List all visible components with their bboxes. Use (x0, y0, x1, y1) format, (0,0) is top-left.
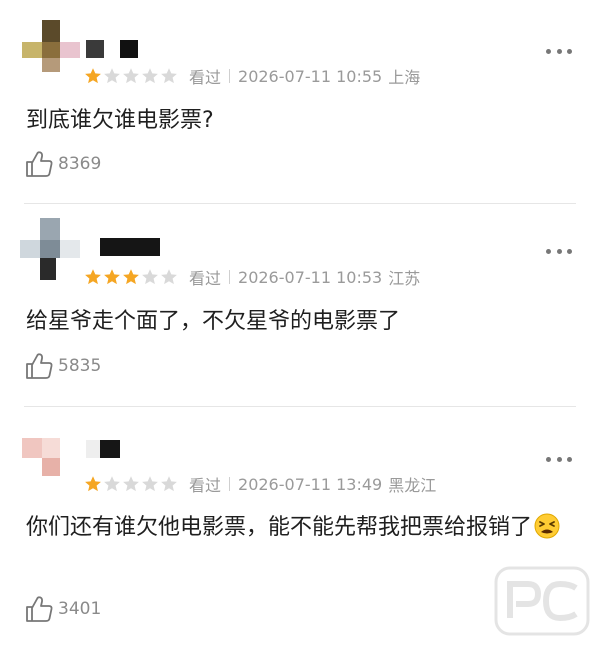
avatar[interactable] (20, 20, 82, 82)
star-icon (122, 268, 140, 286)
avatar[interactable] (20, 218, 82, 280)
star-icon (84, 475, 102, 493)
watermark-logo (494, 566, 590, 636)
more-options-button[interactable] (546, 247, 572, 255)
star-icon (84, 67, 102, 85)
meta-divider (229, 477, 231, 491)
like-count: 8369 (58, 154, 102, 174)
comment-datetime: 2026-07-11 13:49 (238, 474, 383, 494)
more-options-button[interactable] (546, 47, 572, 55)
comment-datetime: 2026-07-11 10:55 (238, 66, 383, 86)
comment-meta: 看过 2026-07-11 10:55 上海 (84, 66, 421, 87)
watched-label: 看过 (189, 476, 222, 495)
star-icon (141, 268, 159, 286)
comment-text-content: 到底谁欠谁电影票? (26, 108, 214, 133)
comment-location: 黑龙江 (388, 476, 437, 495)
comment-text-content: 给星爷走个面了，不欠星爷的电影票了 (26, 309, 401, 334)
comment-location: 上海 (388, 68, 421, 87)
star-icon (122, 67, 140, 85)
star-icon (141, 67, 159, 85)
meta-divider (229, 270, 231, 284)
like-count: 5835 (58, 356, 102, 376)
star-icon (160, 268, 178, 286)
comment-meta: 看过 2026-07-11 13:49 黑龙江 (84, 474, 437, 495)
like-count: 3401 (58, 599, 102, 619)
comment-text: 给星爷走个面了，不欠星爷的电影票了 (26, 303, 570, 341)
star-icon (122, 475, 140, 493)
comment-divider (24, 406, 576, 407)
star-icon (160, 475, 178, 493)
star-icon (103, 475, 121, 493)
star-icon (160, 67, 178, 85)
comment-location: 江苏 (388, 269, 421, 288)
more-dots-icon (546, 48, 551, 54)
avatar[interactable] (20, 420, 82, 482)
comment-text-content: 你们还有谁欠他电影票，能不能先帮我把票给报销了 (26, 515, 533, 540)
thumbs-up-icon (24, 595, 54, 623)
like-button[interactable]: 3401 (24, 595, 101, 623)
meta-divider (229, 69, 231, 83)
comment-datetime: 2026-07-11 10:53 (238, 267, 383, 287)
thumbs-up-icon (24, 150, 54, 178)
comment-meta: 看过 2026-07-11 10:53 江苏 (84, 267, 421, 288)
like-button[interactable]: 8369 (24, 150, 101, 178)
rating-stars (84, 268, 179, 286)
comment-divider (24, 203, 576, 204)
comment-text: 到底谁欠谁电影票? (26, 102, 570, 140)
rating-stars (84, 67, 179, 85)
more-dots-icon (546, 248, 551, 254)
star-icon (141, 475, 159, 493)
tired-face-emoji (534, 513, 560, 539)
comment-text: 你们还有谁欠他电影票，能不能先帮我把票给报销了 (26, 509, 570, 547)
more-dots-icon (546, 456, 551, 462)
watched-label: 看过 (189, 68, 222, 87)
star-icon (103, 268, 121, 286)
star-icon (84, 268, 102, 286)
more-options-button[interactable] (546, 455, 572, 463)
star-icon (103, 67, 121, 85)
watched-label: 看过 (189, 269, 222, 288)
rating-stars (84, 475, 179, 493)
like-button[interactable]: 5835 (24, 352, 101, 380)
thumbs-up-icon (24, 352, 54, 380)
